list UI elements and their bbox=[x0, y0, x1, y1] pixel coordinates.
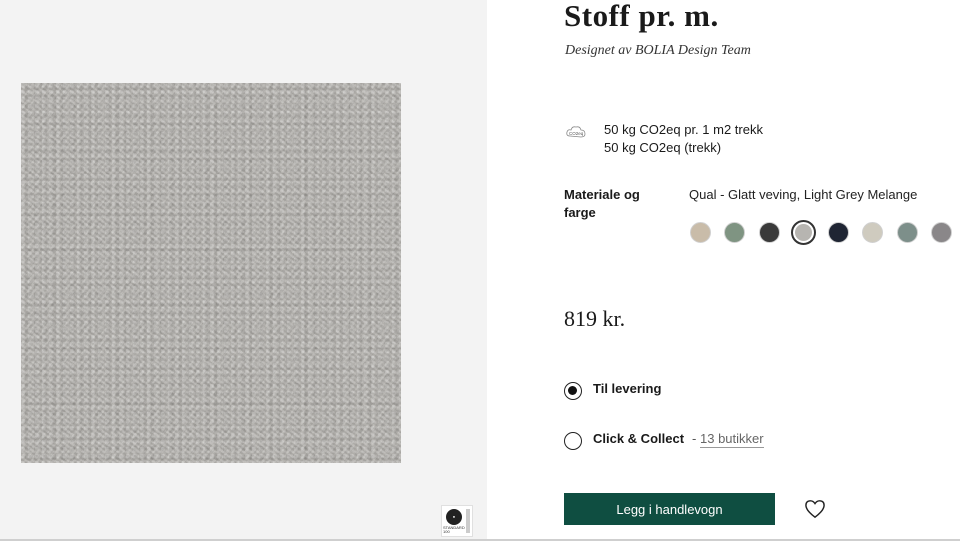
svg-text:CO2eq: CO2eq bbox=[569, 131, 584, 136]
click-collect-radio[interactable] bbox=[564, 432, 582, 450]
co2-info: 50 kg CO2eq pr. 1 m2 trekk 50 kg CO2eq (… bbox=[604, 121, 763, 157]
material-label: Materiale og farge bbox=[564, 187, 640, 220]
click-collect-option-label[interactable]: Click & Collect bbox=[593, 431, 684, 446]
co2-cloud-icon: CO2eq bbox=[566, 126, 586, 138]
stores-link[interactable]: 13 butikker bbox=[700, 431, 764, 448]
color-swatch-navy[interactable] bbox=[828, 222, 849, 243]
co2-total: 50 kg CO2eq (trekk) bbox=[604, 140, 722, 155]
co2-per-m2: 50 kg CO2eq pr. 1 m2 trekk bbox=[604, 122, 763, 137]
delivery-radio[interactable] bbox=[564, 382, 582, 400]
delivery-option-label[interactable]: Til levering bbox=[593, 381, 661, 396]
add-to-cart-button[interactable]: Legg i handlevogn bbox=[564, 493, 775, 525]
badge-text: STANDARD 100 bbox=[443, 525, 465, 534]
product-image-pane: ● STANDARD 100 bbox=[0, 0, 487, 541]
stores-separator: - bbox=[692, 431, 697, 446]
color-swatch-charcoal[interactable] bbox=[759, 222, 780, 243]
color-swatch-light-grey-melange[interactable] bbox=[791, 220, 816, 245]
color-swatch-sage-green[interactable] bbox=[724, 222, 745, 243]
color-swatch-light-stone[interactable] bbox=[862, 222, 883, 243]
oeko-tex-badge-icon: ● STANDARD 100 bbox=[441, 505, 473, 537]
fabric-swatch-image bbox=[21, 83, 401, 463]
heart-icon[interactable] bbox=[804, 499, 826, 519]
color-swatch-medium-grey[interactable] bbox=[931, 222, 952, 243]
product-title: Stoff pr. m. bbox=[564, 0, 719, 33]
material-value: Qual - Glatt veving, Light Grey Melange bbox=[689, 187, 918, 202]
price: 819 kr. bbox=[564, 306, 626, 331]
color-swatch-beige[interactable] bbox=[690, 222, 711, 243]
product-details: Stoff pr. m. Designet av BOLIA Design Te… bbox=[487, 0, 960, 541]
color-swatch-grey-green[interactable] bbox=[897, 222, 918, 243]
designer-credit: Designet av BOLIA Design Team bbox=[565, 43, 751, 58]
